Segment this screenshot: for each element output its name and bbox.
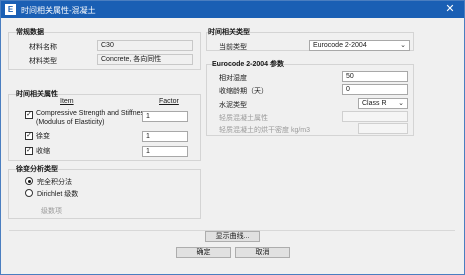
strength-stiffness-sublabel: (Modulus of Elasticity) bbox=[36, 119, 105, 126]
ok-button[interactable]: 确定 bbox=[176, 247, 231, 258]
dirichlet-series-label: Dirichlet 级数 bbox=[37, 191, 79, 198]
item-column-header: Item bbox=[60, 98, 74, 105]
time-dependent-properties-dialog: E 时间相关属性-混凝土 ✕ 常规数据 材料名称 C30 材料类型 Concre… bbox=[0, 0, 465, 275]
creep-factor-input[interactable]: 1 bbox=[142, 131, 188, 142]
current-type-value: Eurocode 2-2004 bbox=[313, 42, 367, 49]
current-type-label: 当前类型 bbox=[219, 44, 247, 51]
cement-type-label: 水泥类型 bbox=[219, 102, 247, 109]
show-curves-button[interactable]: 显示曲线... bbox=[205, 231, 260, 242]
lightweight-concrete-input bbox=[342, 111, 408, 122]
material-type-label: 材料类型 bbox=[29, 58, 57, 65]
cement-type-value: Class R bbox=[362, 100, 387, 107]
material-name-field: C30 bbox=[97, 40, 193, 51]
creep-checkbox[interactable]: ✓ bbox=[25, 132, 33, 140]
creep-label: 徐变 bbox=[36, 133, 50, 140]
title-bar: E 时间相关属性-混凝土 ✕ bbox=[1, 1, 464, 18]
lightweight-density-input bbox=[358, 123, 408, 134]
shrinkage-age-input[interactable]: 0 bbox=[342, 84, 408, 95]
lightweight-density-label: 轻质混凝土的烘干密度 kg/m3 bbox=[219, 127, 311, 134]
full-integration-label: 完全积分法 bbox=[37, 179, 72, 186]
lightweight-concrete-label: 轻质混凝土属性 bbox=[219, 115, 268, 122]
shrinkage-label: 收缩 bbox=[36, 148, 50, 155]
strength-stiffness-checkbox[interactable]: ✓ bbox=[25, 111, 33, 119]
time-properties-label: 时间相关属性 bbox=[16, 91, 58, 98]
shrinkage-checkbox[interactable]: ✓ bbox=[25, 147, 33, 155]
chevron-down-icon: ⌄ bbox=[400, 42, 406, 49]
shrinkage-age-label: 收缩龄期（天） bbox=[219, 88, 268, 95]
strength-factor-input[interactable]: 1 bbox=[142, 111, 188, 122]
time-type-label: 时间相关类型 bbox=[208, 29, 250, 36]
window-title: 时间相关属性-混凝土 bbox=[21, 6, 96, 15]
close-icon[interactable]: ✕ bbox=[438, 2, 462, 17]
full-integration-radio[interactable] bbox=[25, 177, 33, 185]
cancel-button[interactable]: 取消 bbox=[235, 247, 290, 258]
regular-data-label: 常规数据 bbox=[16, 29, 44, 36]
cement-type-select[interactable]: Class R ⌄ bbox=[358, 98, 408, 109]
creep-analysis-label: 徐变分析类型 bbox=[16, 166, 58, 173]
shrinkage-factor-input[interactable]: 1 bbox=[142, 146, 188, 157]
material-type-field: Concrete, 各向同性 bbox=[97, 54, 193, 65]
chevron-down-icon: ⌄ bbox=[398, 100, 404, 107]
dirichlet-series-radio[interactable] bbox=[25, 189, 33, 197]
eurocode-params-label: Eurocode 2-2004 参数 bbox=[212, 61, 284, 68]
current-type-select[interactable]: Eurocode 2-2004 ⌄ bbox=[309, 40, 410, 51]
relative-humidity-input[interactable]: 50 bbox=[342, 71, 408, 82]
series-terms-label: 级数项 bbox=[41, 208, 62, 215]
material-name-label: 材料名称 bbox=[29, 44, 57, 51]
factor-column-header: Factor bbox=[159, 98, 179, 105]
relative-humidity-label: 相对湿度 bbox=[219, 75, 247, 82]
strength-stiffness-label: Compressive Strength and Stiffness bbox=[36, 110, 148, 117]
app-icon: E bbox=[5, 4, 16, 15]
